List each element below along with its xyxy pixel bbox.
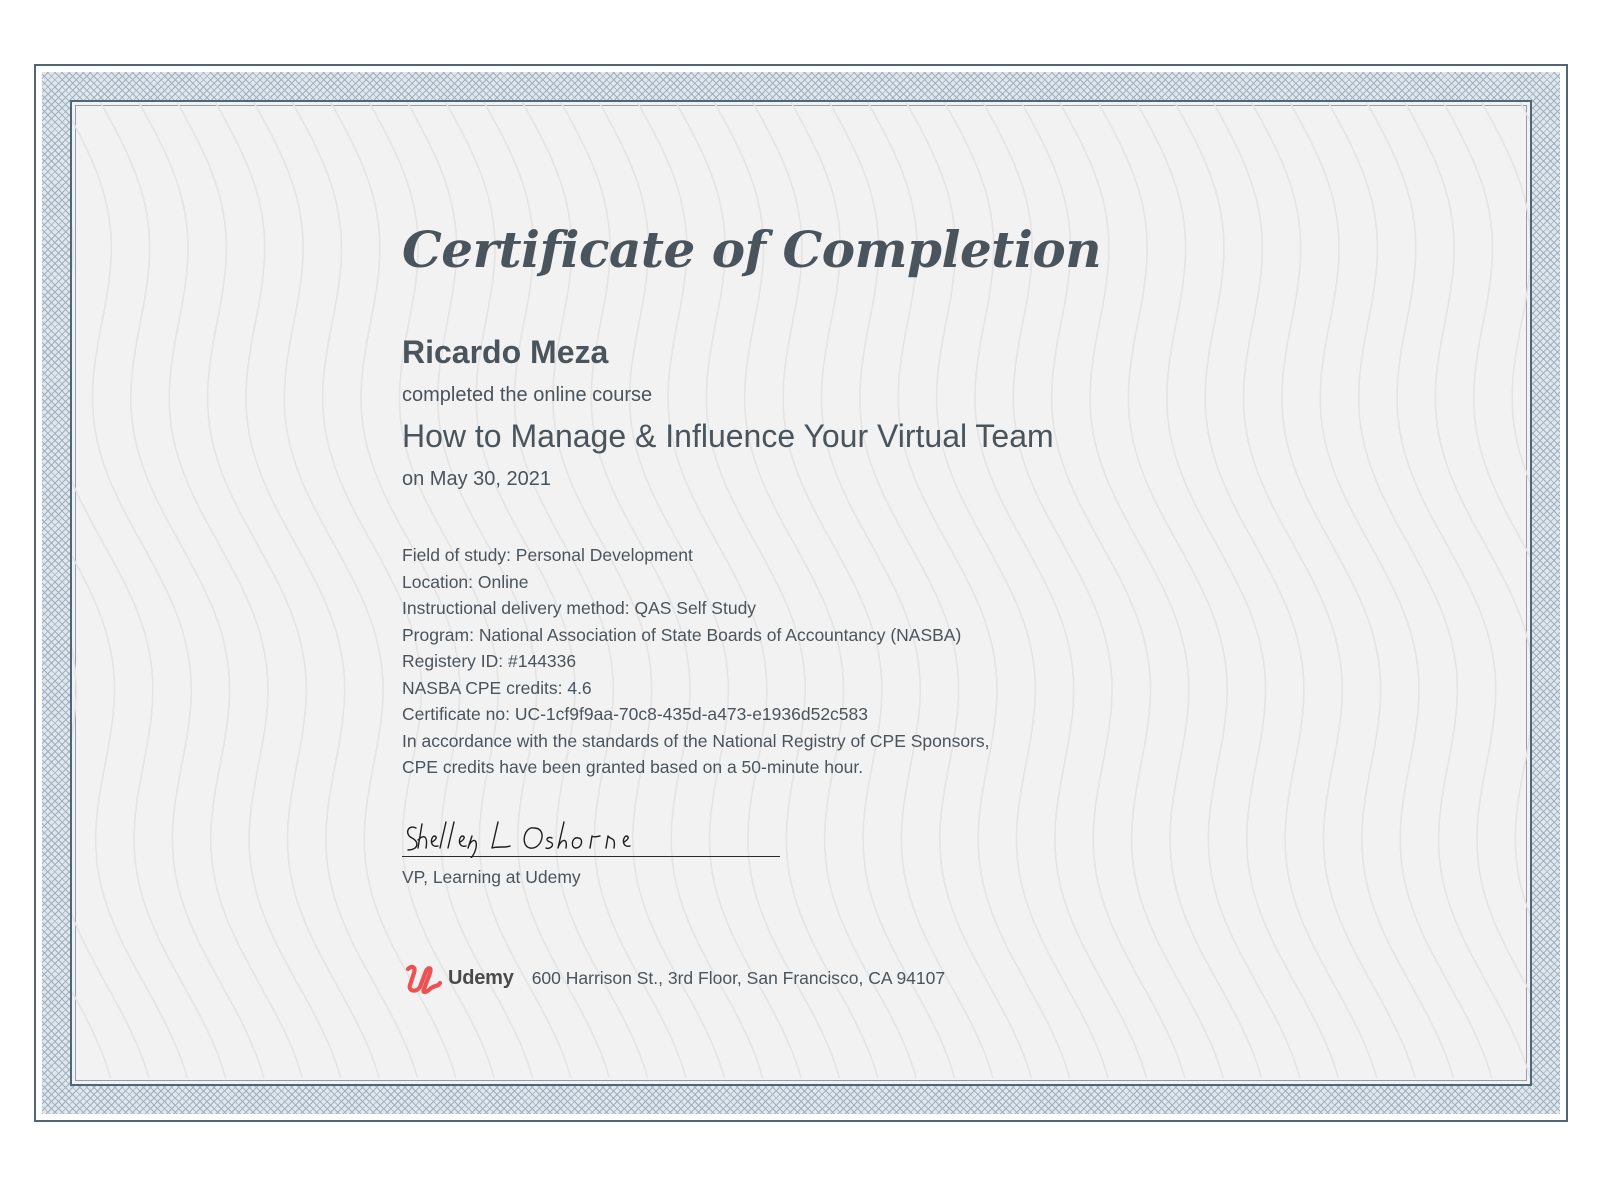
udemy-logo: Udemy bbox=[404, 961, 514, 995]
certificate-details: Field of study: Personal Development Loc… bbox=[402, 542, 990, 781]
detail-delivery-method: Instructional delivery method: QAS Self … bbox=[402, 598, 757, 618]
signer-title: VP, Learning at Udemy bbox=[402, 867, 581, 887]
company-address: 600 Harrison St., 3rd Floor, San Francis… bbox=[531, 967, 946, 988]
certificate-outer-frame: Certificate of Completion Ricardo Meza c… bbox=[34, 64, 1568, 1122]
detail-registry-id: Registery ID: #144336 bbox=[402, 651, 577, 671]
certificate-title: Certificate of Completion bbox=[402, 220, 1102, 279]
course-title: How to Manage & Influence Your Virtual T… bbox=[402, 418, 1054, 454]
handwritten-signature bbox=[406, 821, 631, 858]
udemy-wordmark: Udemy bbox=[448, 966, 514, 989]
recipient-name: Ricardo Meza bbox=[402, 334, 609, 370]
certificate-inner-frame: Certificate of Completion Ricardo Meza c… bbox=[70, 100, 1532, 1086]
detail-certificate-number: Certificate no: UC-1cf9f9aa-70c8-435d-a4… bbox=[402, 704, 868, 724]
signature-line bbox=[402, 856, 780, 857]
signature-block: VP, Learning at Udemy bbox=[402, 814, 780, 888]
guilloche-border: Certificate of Completion Ricardo Meza c… bbox=[42, 72, 1560, 1114]
detail-standards-note: In accordance with the standards of the … bbox=[402, 730, 990, 751]
detail-cpe-credits: NASBA CPE credits: 4.6 bbox=[402, 677, 592, 698]
detail-location: Location: Online bbox=[402, 571, 529, 592]
certificate-footer: Udemy 600 Harrison St., 3rd Floor, San F… bbox=[404, 960, 945, 996]
detail-field-of-study: Field of study: Personal Development bbox=[402, 545, 693, 565]
udemy-u-icon bbox=[405, 964, 443, 995]
detail-credits-note: CPE credits have been granted based on a… bbox=[402, 757, 864, 777]
detail-program: Program: National Association of State B… bbox=[402, 624, 962, 645]
completed-text: completed the online course bbox=[402, 384, 653, 406]
completion-date: on May 30, 2021 bbox=[402, 468, 551, 490]
